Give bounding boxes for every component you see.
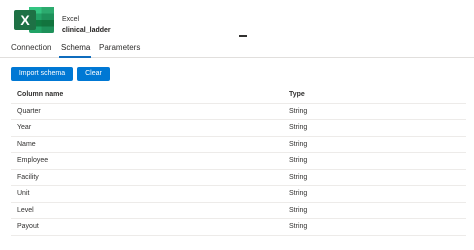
excel-icon: X	[14, 7, 54, 33]
type-cell: String	[289, 190, 308, 197]
type-cell: String	[289, 157, 308, 164]
import-schema-button[interactable]: Import schema	[11, 67, 73, 81]
column-name-cell: Payout	[17, 223, 39, 230]
table-header-row: Column name Type	[11, 87, 466, 104]
tab-parameters[interactable]: Parameters	[99, 42, 140, 54]
table-row[interactable]: Payout String	[11, 219, 466, 236]
type-cell: String	[289, 140, 308, 148]
tab-bar: Connection Schema Parameters	[0, 38, 474, 58]
dataset-name: clinical_ladder	[62, 27, 111, 34]
column-name-cell: Year	[17, 124, 32, 131]
resize-grip[interactable]	[239, 35, 247, 37]
column-name-cell: Name	[17, 140, 36, 148]
table-row[interactable]: Employee String	[11, 153, 466, 170]
table-row[interactable]: Year String	[11, 120, 466, 137]
column-name-cell: Facility	[17, 173, 39, 181]
type-cell: String	[289, 206, 308, 214]
tab-connection[interactable]: Connection	[11, 42, 51, 54]
excel-icon-letter: X	[20, 12, 30, 28]
column-name-cell: Employee	[17, 157, 49, 164]
type-cell: String	[289, 124, 308, 131]
clear-button[interactable]: Clear	[77, 67, 110, 81]
column-name-header: Column name	[17, 91, 64, 98]
table-row[interactable]: Name String	[11, 137, 466, 153]
tab-schema[interactable]: Schema	[61, 42, 90, 54]
table-row[interactable]: Unit String	[11, 186, 466, 203]
column-name-cell: Unit	[17, 190, 30, 197]
dataset-header: X Excel clinical_ladder	[0, 0, 474, 38]
column-name-cell: Quarter	[17, 107, 41, 115]
table-row[interactable]: Facility String	[11, 170, 466, 186]
schema-table: Column name Type Quarter String Year Str…	[11, 87, 466, 236]
type-header: Type	[289, 91, 305, 98]
type-cell: String	[289, 173, 308, 181]
type-cell: String	[289, 107, 308, 115]
selected-tab-indicator	[59, 56, 91, 58]
column-name-cell: Level	[17, 206, 34, 214]
app-type-label: Excel	[62, 16, 80, 23]
table-row[interactable]: Level String	[11, 203, 466, 219]
table-row[interactable]: Quarter String	[11, 104, 466, 120]
type-cell: String	[289, 223, 308, 230]
